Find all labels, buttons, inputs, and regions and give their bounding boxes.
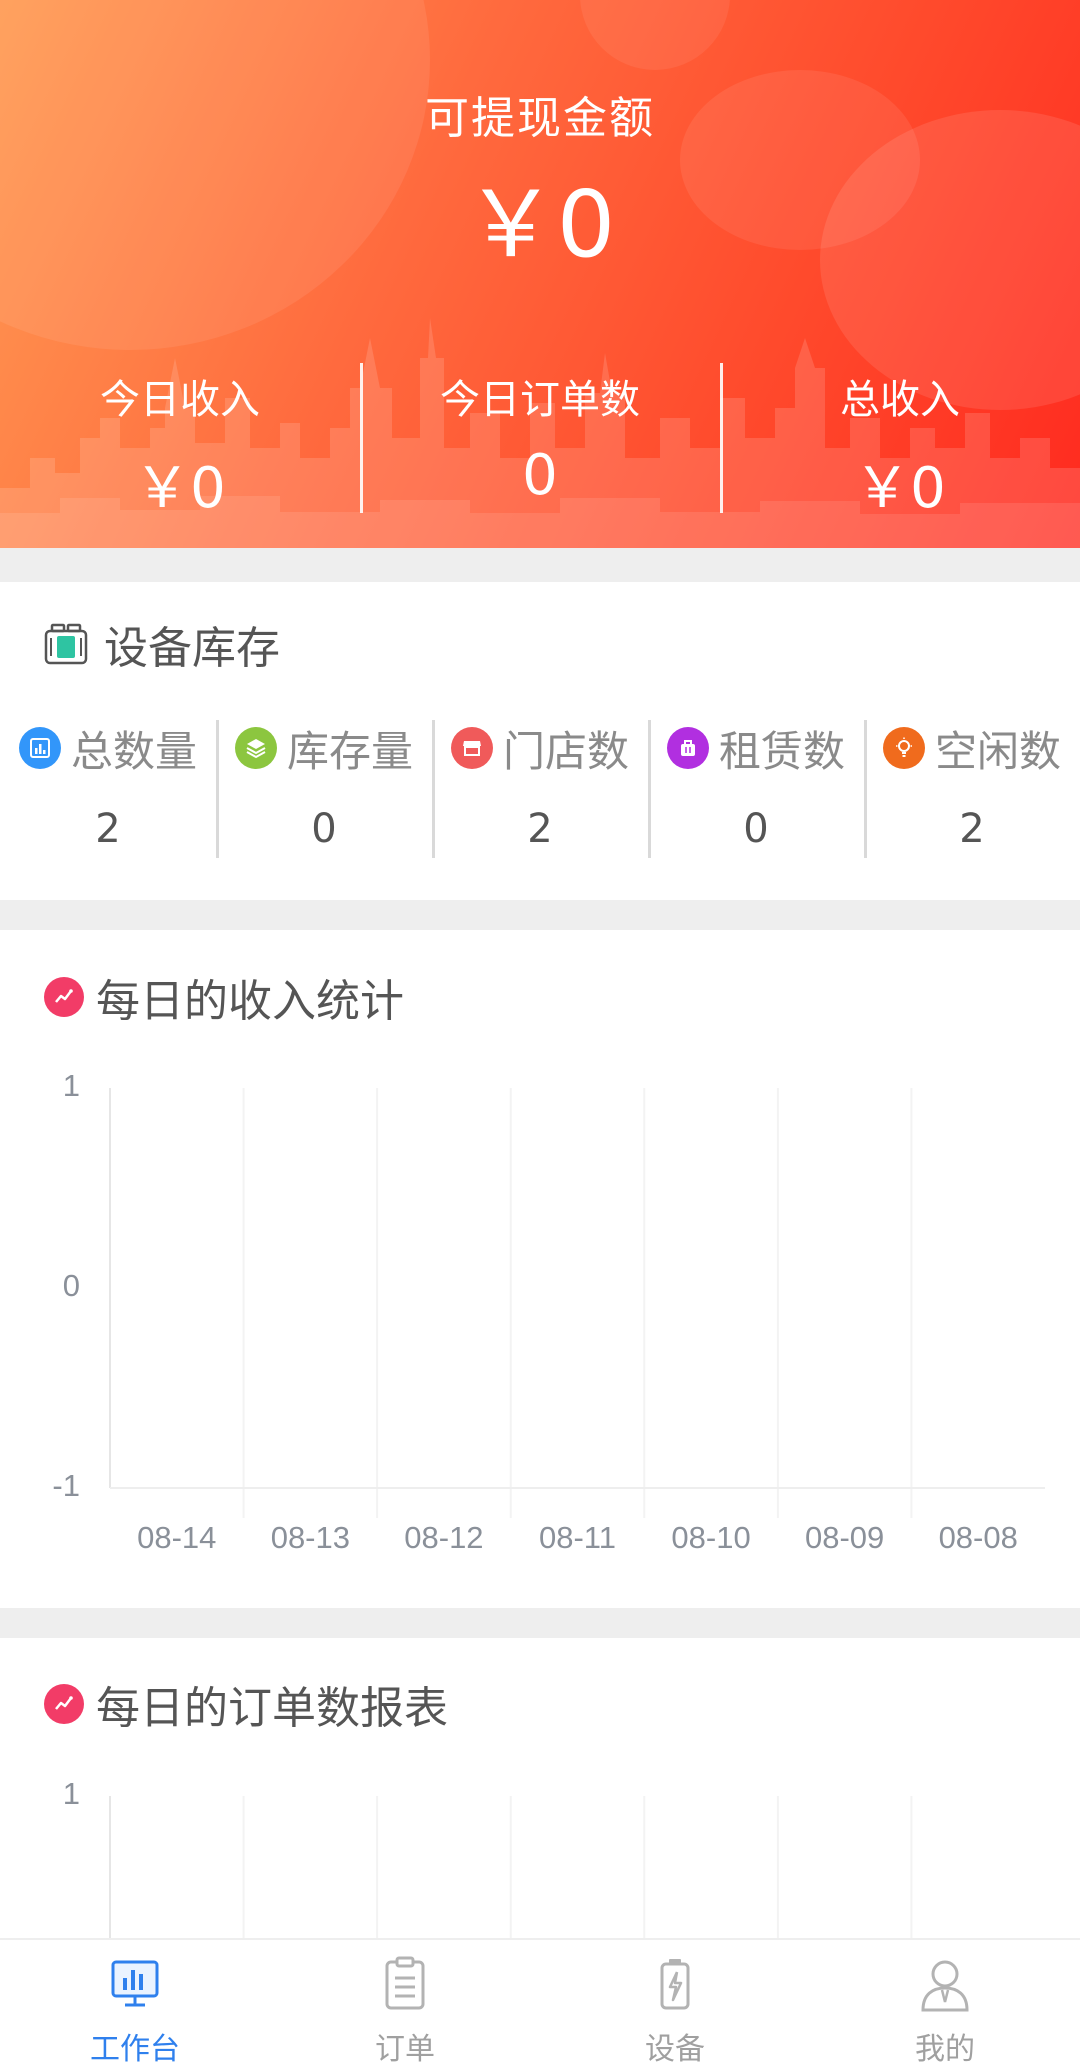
store-icon xyxy=(450,727,493,769)
bulb-icon xyxy=(882,727,925,769)
inventory-item-stock[interactable]: 库存量 0 xyxy=(216,718,432,858)
x-tick-label: 08-13 xyxy=(271,1520,350,1555)
x-tick-label: 08-11 xyxy=(539,1520,616,1555)
tab-mine[interactable]: 我的 xyxy=(810,1940,1080,2070)
inventory-item-rented[interactable]: 租赁数 0 xyxy=(648,718,864,858)
tab-label: 设备 xyxy=(645,2032,705,2067)
stat-value: ￥0 xyxy=(134,456,226,521)
stat-label: 总收入 xyxy=(840,377,960,423)
tab-orders[interactable]: 订单 xyxy=(270,1940,540,2070)
y-tick-label: -1 xyxy=(52,1468,80,1503)
inventory-item-stores[interactable]: 门店数 2 xyxy=(432,718,648,858)
inventory-label: 库存量 xyxy=(286,726,413,776)
income-chart-header: 每日的收入统计 xyxy=(44,965,404,1029)
user-icon xyxy=(921,1960,969,2012)
stat-label: 今日订单数 xyxy=(440,377,640,423)
trend-icon xyxy=(44,977,84,1017)
income-chart: 1 0 -1 08-14 08-13 08-12 08-11 08-10 08-09 08-08 xyxy=(52,1068,1045,1555)
inventory-value: 2 xyxy=(959,806,985,852)
inventory-label: 租赁数 xyxy=(718,726,845,776)
orders-chart-title: 每日的订单数报表 xyxy=(96,1683,448,1734)
x-tick-label: 08-09 xyxy=(805,1520,884,1555)
inventory-value: 2 xyxy=(527,806,553,852)
stat-label: 今日收入 xyxy=(100,377,260,423)
section-divider xyxy=(0,1608,1080,1638)
dashboard-icon xyxy=(111,1960,159,2007)
stat-value: ￥0 xyxy=(854,456,946,521)
earnings-header: 可提现金额 ￥0 今日收入 ￥0 今日订单数 0 总收入 ￥0 xyxy=(0,0,1080,548)
tab-devices[interactable]: 设备 xyxy=(540,1940,810,2070)
inventory-value: 2 xyxy=(95,806,121,852)
bottom-tab-bar: 工作台 订单 设备 我的 xyxy=(0,1938,1080,2070)
x-tick-label: 08-14 xyxy=(137,1520,216,1555)
x-tick-label: 08-12 xyxy=(404,1520,483,1555)
section-divider xyxy=(0,548,1080,582)
orders-chart: 1 xyxy=(63,1776,913,1938)
trend-icon xyxy=(44,1684,84,1724)
decor-circle xyxy=(580,0,730,70)
stat-value: 0 xyxy=(522,443,558,508)
inventory-label: 空闲数 xyxy=(934,726,1061,776)
y-tick-label: 1 xyxy=(63,1776,80,1811)
inventory-icon xyxy=(44,623,88,665)
withdrawable-amount: ￥0 xyxy=(464,171,616,278)
stat-total-income[interactable]: 总收入 ￥0 xyxy=(720,355,1080,521)
section-divider xyxy=(0,900,1080,930)
inventory-title: 设备库存 xyxy=(104,623,280,674)
layers-icon xyxy=(234,727,277,769)
tab-workbench[interactable]: 工作台 xyxy=(0,1940,270,2070)
earnings-stats: 今日收入 ￥0 今日订单数 0 总收入 ￥0 xyxy=(0,355,1080,521)
x-tick-label: 08-10 xyxy=(671,1520,750,1555)
inventory-stats: 总数量 2 库存量 0 门店数 2 租赁数 0 空闲数 2 xyxy=(0,718,1080,858)
inventory-header: 设备库存 xyxy=(44,612,280,676)
y-tick-label: 0 xyxy=(63,1268,80,1303)
tab-label: 工作台 xyxy=(90,2032,180,2067)
withdrawable-label: 可提现金额 xyxy=(425,93,655,144)
tab-label: 我的 xyxy=(915,2032,975,2067)
income-chart-title: 每日的收入统计 xyxy=(96,976,404,1027)
stat-today-income[interactable]: 今日收入 ￥0 xyxy=(0,355,360,521)
battery-icon xyxy=(660,1959,690,2010)
x-tick-label: 08-08 xyxy=(939,1520,1018,1555)
inventory-item-total[interactable]: 总数量 2 xyxy=(0,718,216,858)
inventory-label: 门店数 xyxy=(502,726,629,776)
inventory-value: 0 xyxy=(311,806,337,852)
bag-icon xyxy=(666,727,709,769)
chart-icon xyxy=(18,727,61,769)
stat-today-orders[interactable]: 今日订单数 0 xyxy=(360,355,720,513)
y-tick-label: 1 xyxy=(63,1068,80,1103)
inventory-label: 总数量 xyxy=(70,726,197,776)
inventory-value: 0 xyxy=(743,806,769,852)
tab-label: 订单 xyxy=(375,2032,435,2067)
clipboard-icon xyxy=(385,1956,425,2010)
orders-chart-header: 每日的订单数报表 xyxy=(44,1672,448,1736)
inventory-item-idle[interactable]: 空闲数 2 xyxy=(864,718,1080,858)
